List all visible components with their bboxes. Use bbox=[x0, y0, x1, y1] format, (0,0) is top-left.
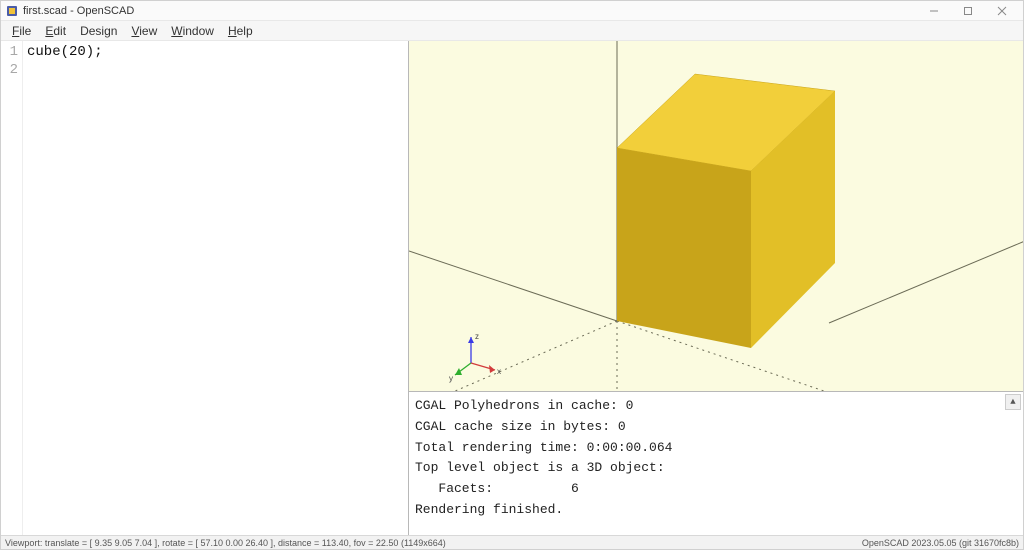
window-title: first.scad - OpenSCAD bbox=[23, 5, 917, 17]
app-window: first.scad - OpenSCAD File Edit Design V… bbox=[0, 0, 1024, 550]
rendered-cube bbox=[617, 74, 835, 348]
menu-view[interactable]: View bbox=[124, 22, 164, 40]
line-number: 2 bbox=[3, 61, 18, 79]
menu-help[interactable]: Help bbox=[221, 22, 260, 40]
statusbar-right: OpenSCAD 2023.05.05 (git 31670fc8b) bbox=[862, 538, 1019, 548]
close-button[interactable] bbox=[985, 2, 1019, 20]
editor-gutter: 1 2 bbox=[1, 41, 23, 535]
menubar: File Edit Design View Window Help bbox=[1, 21, 1023, 41]
maximize-button[interactable] bbox=[951, 2, 985, 20]
console-line: Top level object is a 3D object: bbox=[415, 458, 1017, 479]
axis-dotted bbox=[409, 321, 617, 392]
axis-gizmo: z x y bbox=[449, 332, 501, 383]
statusbar: Viewport: translate = [ 9.35 9.05 7.04 ]… bbox=[1, 535, 1023, 549]
line-number: 1 bbox=[3, 43, 18, 61]
app-icon bbox=[5, 4, 19, 18]
editor-code[interactable]: cube(20); bbox=[23, 41, 408, 535]
menu-design[interactable]: Design bbox=[73, 22, 124, 40]
menu-window[interactable]: Window bbox=[164, 22, 221, 40]
menu-file[interactable]: File bbox=[5, 22, 38, 40]
3d-viewport[interactable]: z x y bbox=[409, 41, 1023, 392]
axis-line bbox=[409, 251, 617, 321]
axis-label-y: y bbox=[449, 374, 453, 383]
axis-label-z: z bbox=[475, 332, 479, 341]
titlebar: first.scad - OpenSCAD bbox=[1, 1, 1023, 21]
axis-line bbox=[829, 241, 1023, 323]
console-line: Facets: 6 bbox=[415, 479, 1017, 500]
console-line: Total rendering time: 0:00:00.064 bbox=[415, 438, 1017, 459]
code-line: cube(20); bbox=[27, 43, 404, 61]
console-scroll-up[interactable]: ▲ bbox=[1005, 394, 1021, 410]
console[interactable]: ▲ CGAL Polyhedrons in cache: 0 CGAL cach… bbox=[409, 392, 1023, 535]
menu-edit[interactable]: Edit bbox=[38, 22, 73, 40]
minimize-button[interactable] bbox=[917, 2, 951, 20]
console-line: Rendering finished. bbox=[415, 500, 1017, 521]
main-area: 1 2 cube(20); bbox=[1, 41, 1023, 535]
code-editor[interactable]: 1 2 cube(20); bbox=[1, 41, 409, 535]
statusbar-left: Viewport: translate = [ 9.35 9.05 7.04 ]… bbox=[5, 538, 862, 548]
console-line: CGAL cache size in bytes: 0 bbox=[415, 417, 1017, 438]
viewport-svg: z x y bbox=[409, 41, 1023, 392]
console-line: CGAL Polyhedrons in cache: 0 bbox=[415, 396, 1017, 417]
code-line bbox=[27, 61, 404, 79]
axis-label-x: x bbox=[497, 367, 501, 376]
right-pane: z x y ▲ CGAL Polyhedrons in cache: 0 CGA… bbox=[409, 41, 1023, 535]
